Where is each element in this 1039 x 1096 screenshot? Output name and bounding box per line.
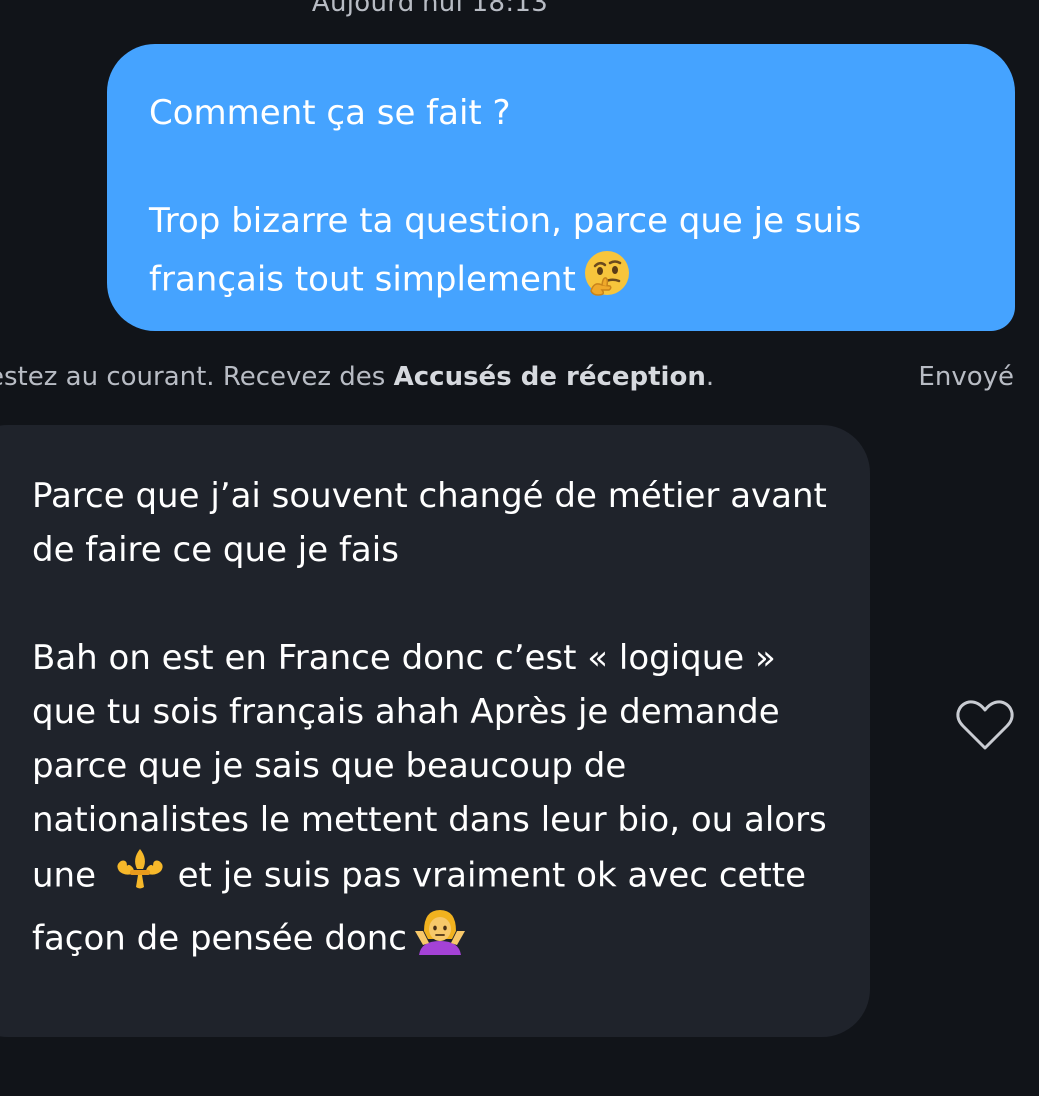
- incoming-message-paragraph-1: Parce que j’ai souvent changé de métier …: [32, 476, 827, 570]
- heart-outline-icon[interactable]: [955, 698, 1015, 754]
- incoming-message-paragraph-2: Bah on est en France donc c’est « logiqu…: [32, 631, 850, 973]
- read-receipts-link[interactable]: Accusés de réception: [394, 362, 706, 392]
- receipt-text-suffix: .: [705, 362, 715, 392]
- outgoing-message-line-1: Comment ça se fait ?: [149, 93, 511, 133]
- outgoing-message-text: Trop bizarre ta question, parce que je s…: [149, 201, 862, 300]
- message-timestamp: Aujourd'hui 18:13: [311, 0, 549, 18]
- outgoing-message-bubble[interactable]: Comment ça se fait ? Trop bizarre ta que…: [107, 44, 1015, 331]
- outgoing-message-line-2: Trop bizarre ta question, parce que je s…: [149, 194, 979, 314]
- fleur-de-lis-emoji-icon: [113, 847, 167, 907]
- person-shrugging-emoji-icon: [413, 907, 467, 973]
- read-receipt-banner: estez au courant. Recevez des Accusés de…: [0, 362, 848, 392]
- message-status: Envoyé: [918, 362, 1014, 392]
- incoming-message-bubble[interactable]: Parce que j’ai souvent changé de métier …: [0, 425, 870, 1037]
- thinking-face-emoji-icon: [582, 248, 632, 314]
- receipt-text-prefix: estez au courant. Recevez des: [0, 362, 394, 392]
